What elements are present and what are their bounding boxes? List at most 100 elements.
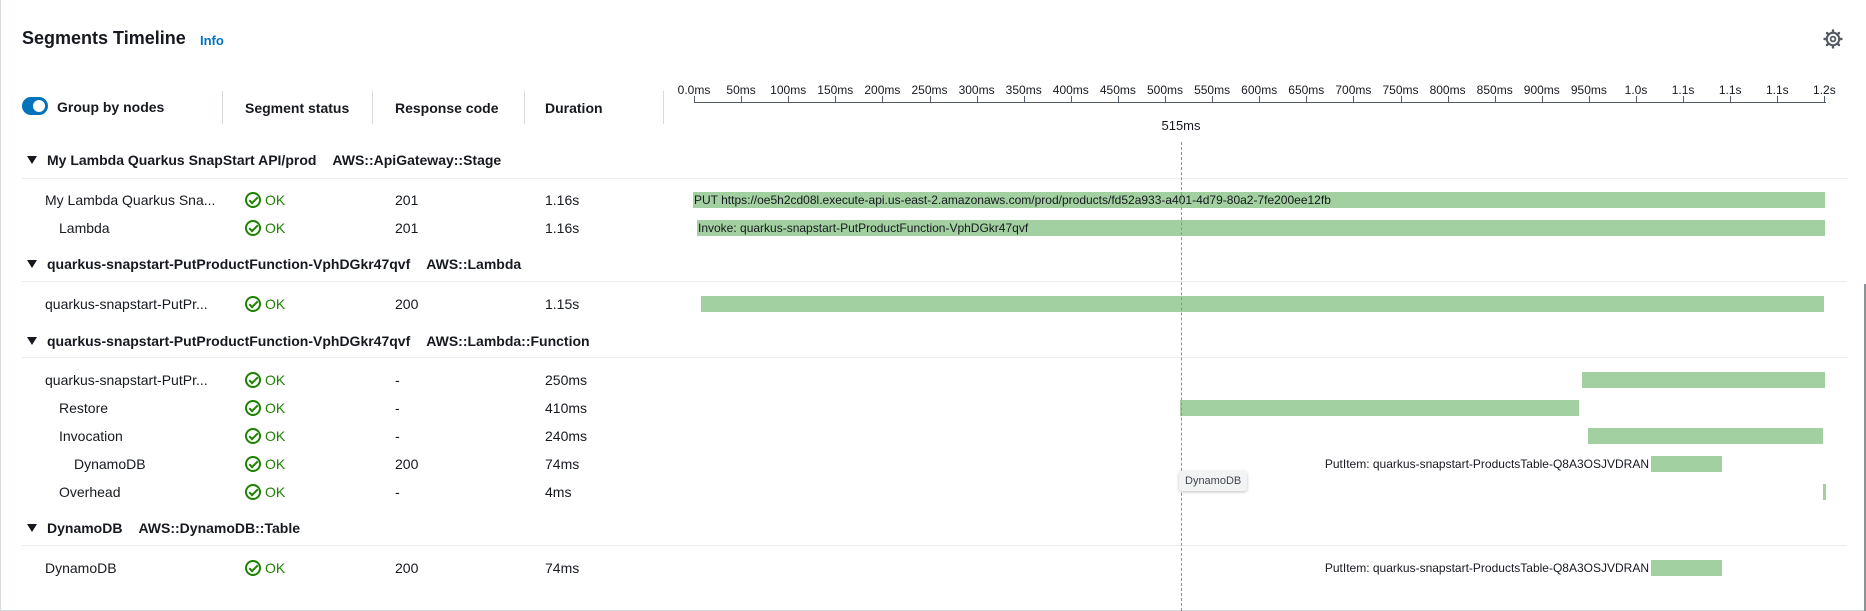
column-header-status[interactable]: Segment status <box>245 100 349 116</box>
check-circle-icon <box>245 372 261 388</box>
status-text: OK <box>265 400 286 416</box>
segment-duration: 74ms <box>545 456 580 472</box>
axis-tick <box>1683 96 1685 102</box>
axis-tick-label: 600ms <box>1241 83 1278 97</box>
segment-name[interactable]: Lambda <box>59 220 110 236</box>
check-circle-icon <box>245 428 261 444</box>
axis-tick-label: 500ms <box>1146 83 1184 97</box>
axis-tick-label: 1.1s <box>1718 83 1742 97</box>
segment-name[interactable]: Invocation <box>59 428 123 444</box>
timeline-bar[interactable] <box>1582 372 1825 388</box>
segment-duration: 4ms <box>545 484 572 500</box>
axis-tick-label: 900ms <box>1523 83 1560 97</box>
axis-tick <box>1353 96 1355 102</box>
segment-status: OK <box>245 372 285 388</box>
check-circle-icon <box>245 192 261 208</box>
segment-name[interactable]: quarkus-snapstart-PutPr... <box>45 296 208 312</box>
segment-status: OK <box>245 400 285 416</box>
group-by-nodes-toggle[interactable] <box>22 97 48 115</box>
segment-name[interactable]: DynamoDB <box>74 456 146 472</box>
axis-tick <box>1541 96 1543 102</box>
response-code: 201 <box>395 220 419 236</box>
gear-icon[interactable] <box>1823 29 1843 49</box>
timeline-bar[interactable] <box>1823 484 1826 500</box>
info-link[interactable]: Info <box>200 33 224 48</box>
axis-tick <box>1070 96 1072 102</box>
check-circle-icon <box>245 296 261 312</box>
group-header[interactable]: DynamoDB AWS::DynamoDB::Table <box>27 520 300 536</box>
column-header-duration[interactable]: Duration <box>545 100 603 116</box>
timeline-bar[interactable] <box>1588 428 1823 444</box>
timeline-bar[interactable] <box>1651 560 1722 576</box>
group-header[interactable]: quarkus-snapstart-PutProductFunction-Vph… <box>27 333 590 349</box>
timeline-bar[interactable] <box>701 296 1824 312</box>
group-divider <box>22 281 1847 282</box>
axis-tick <box>788 96 790 102</box>
axis-tick <box>1023 96 1025 102</box>
axis-tick-label: 800ms <box>1429 83 1466 97</box>
check-circle-icon <box>245 400 261 416</box>
axis-tick <box>835 96 837 102</box>
collapse-caret-icon[interactable] <box>27 260 37 268</box>
axis-tick <box>1165 96 1166 102</box>
column-header-response-code[interactable]: Response code <box>395 100 498 116</box>
group-name: My Lambda Quarkus SnapStart API/prod <box>47 152 317 168</box>
status-text: OK <box>265 428 286 444</box>
axis-tick <box>1636 96 1637 102</box>
segment-name[interactable]: quarkus-snapstart-PutPr... <box>45 372 208 388</box>
segment-duration: 1.15s <box>545 296 580 312</box>
collapse-caret-icon[interactable] <box>27 156 37 164</box>
check-circle-icon <box>245 220 261 236</box>
axis-tick <box>1777 96 1779 102</box>
axis-tick-label: 550ms <box>1194 83 1231 97</box>
collapse-caret-icon[interactable] <box>27 524 37 532</box>
axis-tick-label: 250ms <box>911 83 948 97</box>
cursor-line <box>1181 142 1182 611</box>
axis-tick-label: 950ms <box>1570 83 1607 97</box>
group-type: AWS::ApiGateway::Stage <box>332 152 502 168</box>
bar-label: PutItem: quarkus-snapstart-ProductsTable… <box>1324 561 1649 575</box>
axis-tick-label: 300ms <box>958 83 995 97</box>
cursor-time-label: 515ms <box>1161 118 1201 133</box>
axis-tick-label: 350ms <box>1005 83 1042 97</box>
axis-tick <box>1824 96 1826 102</box>
axis-tick <box>741 96 743 102</box>
segment-name[interactable]: DynamoDB <box>45 560 117 576</box>
segment-status: OK <box>245 456 285 472</box>
axis-tick-label: 450ms <box>1099 83 1136 97</box>
axis-tick <box>882 96 884 102</box>
column-divider <box>524 91 525 124</box>
segment-status: OK <box>245 296 285 312</box>
status-text: OK <box>265 220 286 236</box>
timeline-bar[interactable] <box>1180 400 1579 416</box>
check-circle-icon <box>245 456 261 472</box>
status-text: OK <box>265 456 286 472</box>
status-text: OK <box>265 296 286 312</box>
response-code: - <box>395 400 400 416</box>
response-code: 200 <box>395 296 419 312</box>
axis-tick <box>694 96 695 102</box>
check-circle-icon <box>245 560 261 576</box>
segments-timeline-panel: Segments Timeline Info Group by nodes Se… <box>0 0 1866 611</box>
axis-tick-label: 1.2s <box>1813 83 1836 97</box>
group-type: AWS::Lambda <box>426 256 522 272</box>
group-by-nodes-label: Group by nodes <box>57 99 165 115</box>
segment-name[interactable]: My Lambda Quarkus Sna... <box>45 192 215 208</box>
axis-tick <box>1117 96 1119 102</box>
group-header[interactable]: quarkus-snapstart-PutProductFunction-Vph… <box>27 256 521 272</box>
column-divider <box>372 91 373 124</box>
segment-duration: 1.16s <box>545 220 580 236</box>
segment-name[interactable]: Overhead <box>59 484 120 500</box>
timeline-bar[interactable] <box>1651 456 1722 472</box>
group-divider <box>22 357 1847 358</box>
collapse-caret-icon[interactable] <box>27 337 37 345</box>
segment-name[interactable]: Restore <box>59 400 108 416</box>
group-divider <box>22 545 1847 546</box>
axis-line <box>694 102 1826 103</box>
axis-tick-label: 1.1s <box>1671 83 1695 97</box>
axis-tick-label: 850ms <box>1476 83 1513 97</box>
axis-tick <box>1447 96 1449 102</box>
group-header[interactable]: My Lambda Quarkus SnapStart API/prod AWS:… <box>27 152 501 168</box>
response-code: - <box>395 372 400 388</box>
axis-tick-label: 1.1s <box>1765 83 1789 97</box>
